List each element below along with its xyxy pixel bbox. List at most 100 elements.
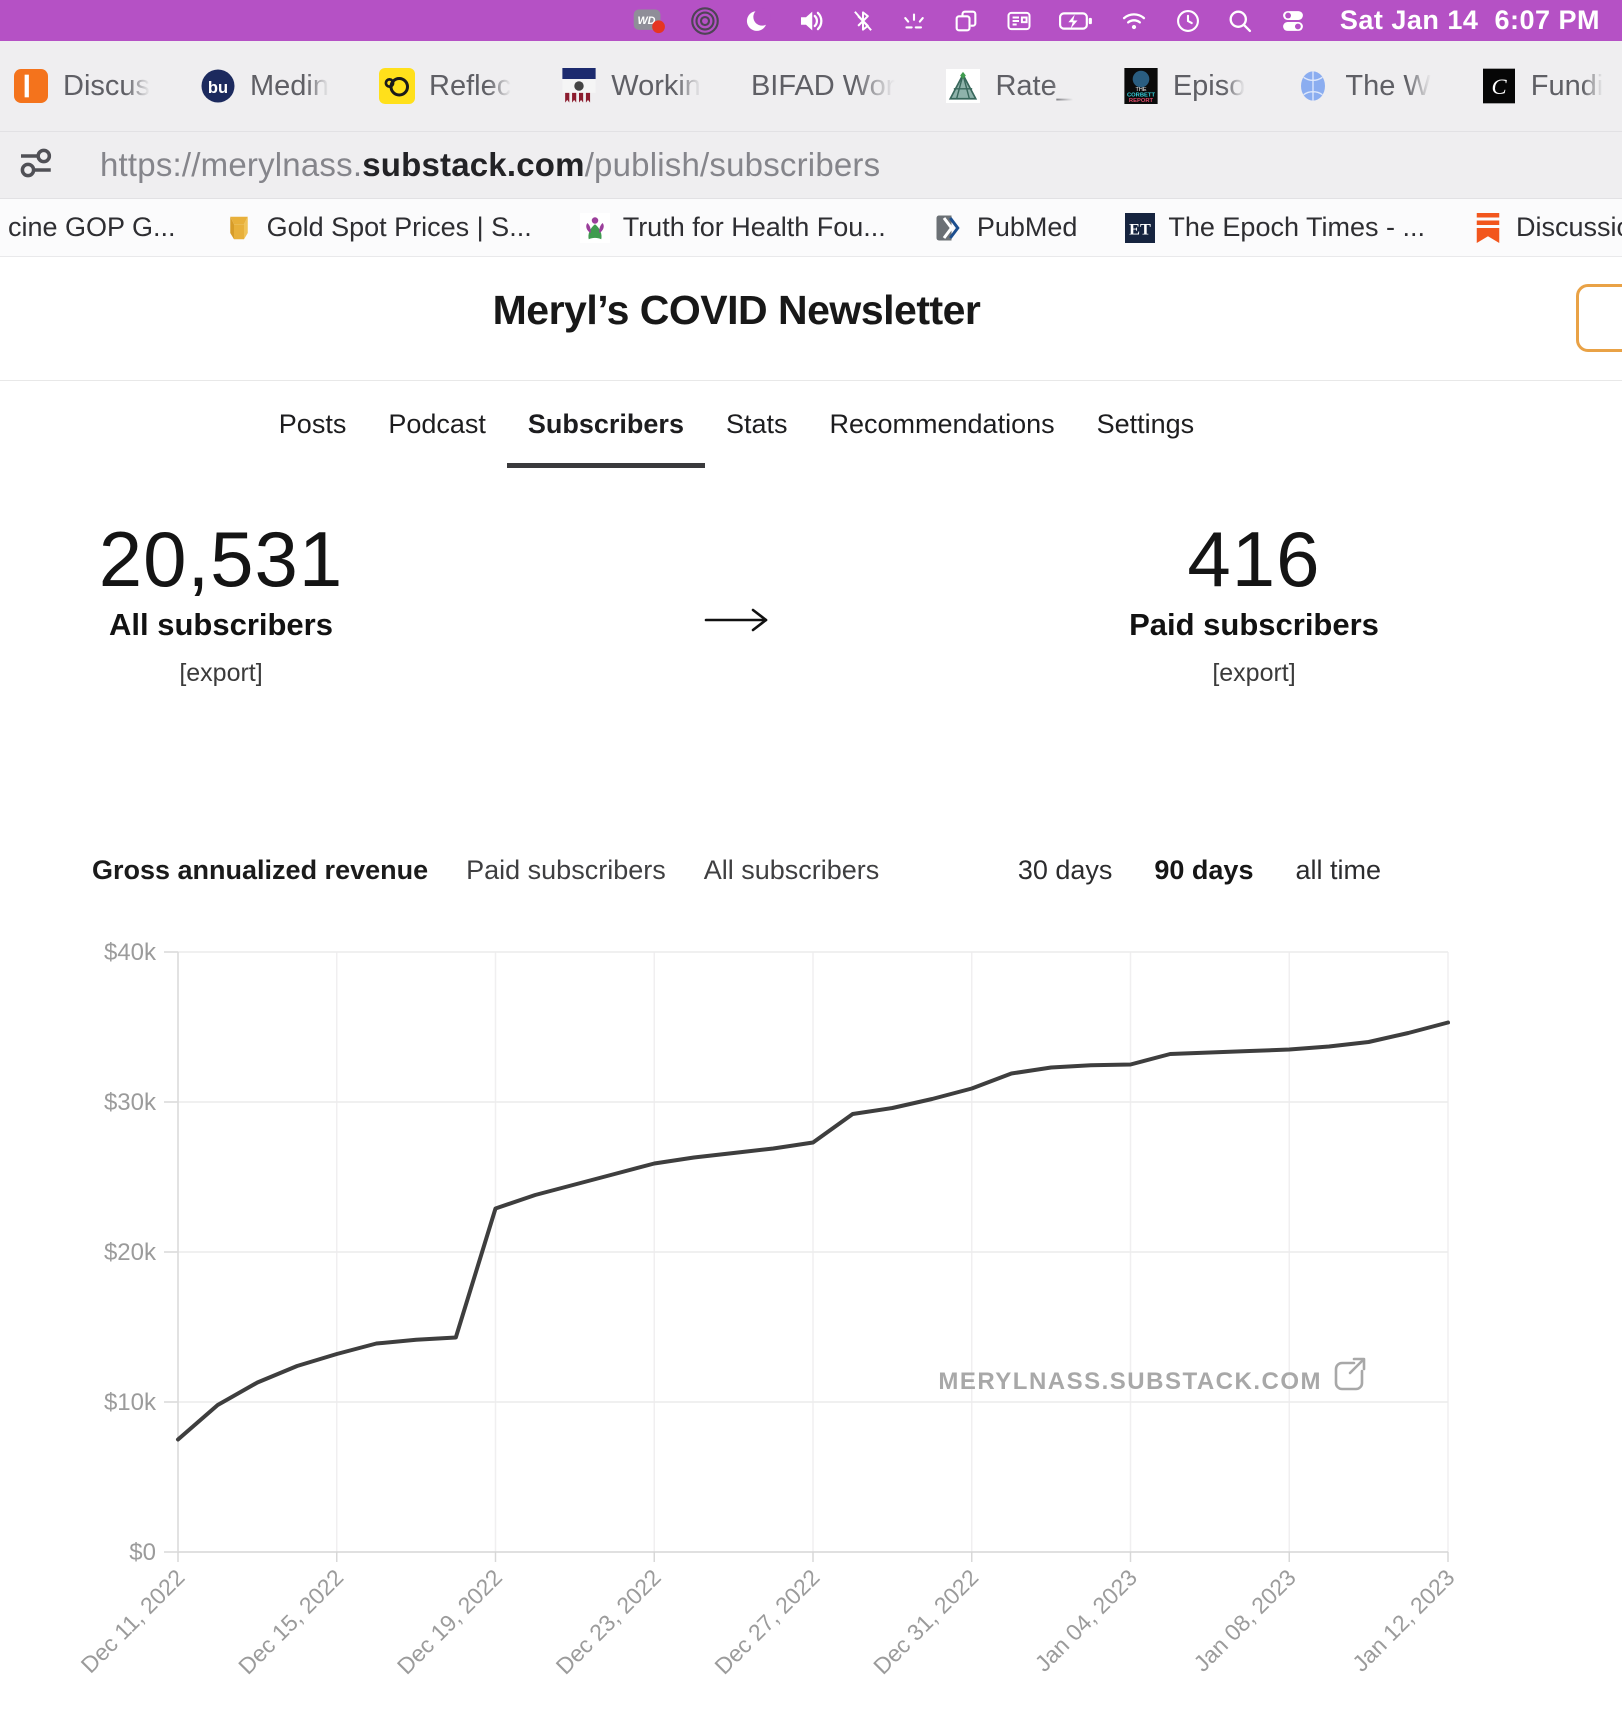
external-link-icon[interactable] xyxy=(1336,1363,1362,1389)
bluetooth-off-icon[interactable] xyxy=(850,7,876,35)
macos-menu-bar: WD Sat Jan 14 6:07 PM xyxy=(0,0,1622,41)
screen-recording-wd-badge-icon[interactable]: WD xyxy=(632,7,666,35)
mailchimp-icon xyxy=(379,68,415,104)
browser-tab-episo[interactable]: THECORBETTREPORT Episo xyxy=(1098,41,1271,131)
x-tick-label: Jan 08, 2023 xyxy=(1188,1564,1300,1676)
blue-globe-icon xyxy=(1295,68,1331,104)
wifi-icon[interactable] xyxy=(1118,7,1150,35)
all-subscribers-label: All subscribers xyxy=(86,607,356,643)
time-machine-clock-icon[interactable] xyxy=(1174,7,1202,35)
all-subscribers-export-link[interactable]: [export] xyxy=(86,659,356,688)
chart-metric-tabs: Gross annualized revenue Paid subscribers… xyxy=(92,855,879,886)
browser-tab-bifad-wor[interactable]: BIFAD Wor xyxy=(726,41,921,131)
discourse-orange-icon xyxy=(13,68,49,104)
tab-posts[interactable]: Posts xyxy=(258,381,368,468)
clipboard-window-icon[interactable] xyxy=(1004,7,1034,35)
tab-label: Reflec xyxy=(429,70,511,103)
site-settings-tune-icon[interactable] xyxy=(14,142,56,189)
bookmark-label: Truth for Health Fou... xyxy=(623,212,886,243)
tab-label: Fundi xyxy=(1531,70,1604,103)
bookmark-discussion-with-sa[interactable]: Discussion with Sa... xyxy=(1449,212,1622,243)
tab-subscribers[interactable]: Subscribers xyxy=(507,381,705,468)
x-tick-label: Dec 11, 2022 xyxy=(76,1564,190,1678)
y-tick-label: $0 xyxy=(129,1539,156,1566)
substack-publisher-dashboard: Meryl’s COVID Newsletter PostsPodcastSub… xyxy=(0,257,1622,1724)
volume-icon[interactable] xyxy=(796,6,826,36)
paid-subscribers-stat: 416 Paid subscribers [export] xyxy=(1104,519,1404,688)
browser-tab-medin[interactable]: bu Medin xyxy=(175,41,354,131)
browser-tab-fundi[interactable]: C Fundi xyxy=(1456,41,1622,131)
page-title: Meryl’s COVID Newsletter xyxy=(0,287,1473,334)
metric-gross-annualized-revenue[interactable]: Gross annualized revenue xyxy=(92,855,428,886)
svg-text:ET: ET xyxy=(1130,220,1152,238)
range-all-time[interactable]: all time xyxy=(1295,855,1381,886)
range-90-days[interactable]: 90 days xyxy=(1154,855,1253,886)
revenue-chart: Dec 11, 2022 Dec 15, 2022 Dec 19, 2022 Dec … xyxy=(0,917,1622,1724)
svg-text:REPORT: REPORT xyxy=(1129,98,1154,104)
svg-text:C: C xyxy=(1491,74,1507,99)
substack-orange-bookmark-icon xyxy=(1473,213,1503,243)
tab-label: Episo xyxy=(1173,70,1246,103)
url-text[interactable]: https://merylnass.substack.com/publish/s… xyxy=(100,146,880,184)
browser-tab-the-w[interactable]: The W xyxy=(1270,41,1455,131)
tab-settings[interactable]: Settings xyxy=(1076,381,1216,468)
x-tick-label: Dec 15, 2022 xyxy=(233,1564,348,1679)
tab-stats[interactable]: Stats xyxy=(705,381,809,468)
us-flag-seal-icon xyxy=(561,68,597,104)
bookmark-label: The Epoch Times - ... xyxy=(1168,212,1425,243)
paid-subscribers-export-link[interactable]: [export] xyxy=(1104,659,1404,688)
control-center-icon[interactable] xyxy=(1278,7,1308,35)
browser-tab-discus[interactable]: Discus xyxy=(0,41,175,131)
y-tick-label: $40k xyxy=(104,939,157,966)
airplay-rings-icon[interactable] xyxy=(690,6,720,36)
x-tick-label: Jan 04, 2023 xyxy=(1030,1564,1142,1676)
browser-tab-reflec[interactable]: Reflec xyxy=(354,41,536,131)
bookmark-the-epoch-times[interactable]: ET The Epoch Times - ... xyxy=(1101,212,1449,243)
bookmark-label: Discussion with Sa... xyxy=(1516,212,1622,243)
y-tick-label: $10k xyxy=(104,1389,157,1416)
all-subscribers-stat: 20,531 All subscribers [export] xyxy=(86,519,356,688)
tab-podcast[interactable]: Podcast xyxy=(367,381,507,468)
metric-all-subscribers[interactable]: All subscribers xyxy=(704,855,880,886)
menu-bar-clock[interactable]: Sat Jan 14 6:07 PM xyxy=(1340,5,1600,36)
dark-mode-moon-icon[interactable] xyxy=(744,7,772,35)
bookmark-cine-gop-g[interactable]: cine GOP G... xyxy=(0,212,200,243)
watermark-link[interactable]: MERYLNASS.SUBSTACK.COM xyxy=(938,1368,1322,1395)
x-tick-label: Dec 19, 2022 xyxy=(392,1564,507,1679)
bookmark-pubmed[interactable]: PubMed xyxy=(910,212,1102,243)
battery-charging-icon[interactable] xyxy=(1058,7,1094,35)
bookmark-label: cine GOP G... xyxy=(8,212,176,243)
epoch-times-et-icon: ET xyxy=(1125,213,1155,243)
bu-navy-circle-icon: bu xyxy=(200,68,236,104)
tab-label: The W xyxy=(1345,70,1430,103)
publication-nav: PostsPodcastSubscribersStatsRecommendati… xyxy=(0,381,1473,468)
spotlight-search-icon[interactable] xyxy=(1226,7,1254,35)
chart-controls: Gross annualized revenue Paid subscribers… xyxy=(0,855,1622,886)
paid-subscribers-count: 416 xyxy=(1104,519,1404,601)
tab-label: Rate_ xyxy=(995,70,1072,103)
script-c-black-icon: C xyxy=(1481,68,1517,104)
y-tick-label: $20k xyxy=(104,1239,157,1266)
pubmed-chevrons-icon xyxy=(934,213,964,243)
tab-recommendations[interactable]: Recommendations xyxy=(809,381,1076,468)
bookmark-gold-spot-prices-s[interactable]: Gold Spot Prices | S... xyxy=(200,212,556,243)
browser-tab-strip: Discus bu Medin Reflec Workin BIFAD Wor Rate_ T… xyxy=(0,41,1622,132)
metric-paid-subscribers[interactable]: Paid subscribers xyxy=(466,855,666,886)
keyboard-brightness-icon[interactable] xyxy=(900,7,928,35)
conversion-arrow-icon xyxy=(703,607,773,638)
x-tick-label: Dec 31, 2022 xyxy=(868,1564,983,1679)
browser-address-bar[interactable]: https://merylnass.substack.com/publish/s… xyxy=(0,132,1622,199)
x-tick-label: Jan 12, 2023 xyxy=(1347,1564,1459,1676)
tab-label: Workin xyxy=(611,70,701,103)
range-30-days[interactable]: 30 days xyxy=(1018,855,1113,886)
pyramid-chart-icon xyxy=(945,68,981,104)
bookmark-truth-for-health-fou[interactable]: Truth for Health Fou... xyxy=(556,212,910,243)
new-post-button-partial[interactable] xyxy=(1576,284,1622,352)
all-subscribers-count: 20,531 xyxy=(86,519,356,601)
svg-text:bu: bu xyxy=(208,79,228,97)
tab-label: Medin xyxy=(250,70,329,103)
browser-tab-rate-[interactable]: Rate_ xyxy=(920,41,1097,131)
corbett-report-icon: THECORBETTREPORT xyxy=(1123,68,1159,104)
window-group-icon[interactable] xyxy=(952,7,980,35)
browser-tab-workin[interactable]: Workin xyxy=(536,41,726,131)
